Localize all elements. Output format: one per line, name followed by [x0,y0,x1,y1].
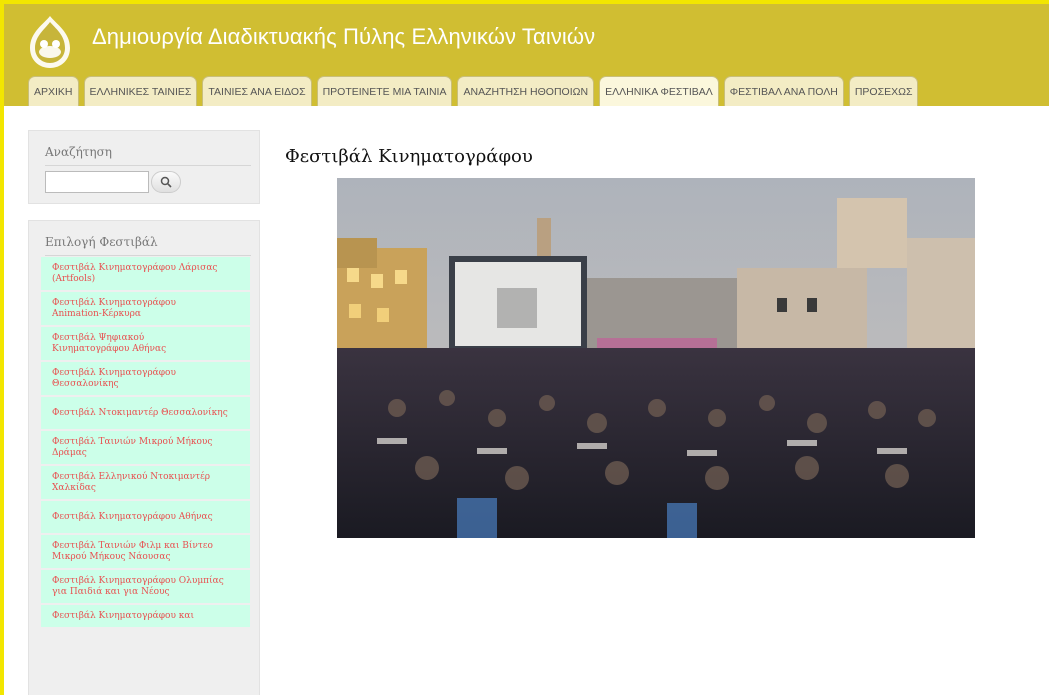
festival-block-title: Επιλογή Φεστιβάλ [45,221,251,256]
festival-link-line: Φεστιβάλ Ταινιών Μικρού Μήκους [52,437,213,447]
festival-link[interactable]: Φεστιβάλ Ελληνικού Ντοκιμαντέρ Χαλκίδας [41,466,250,501]
festival-link-line: Φεστιβάλ Κινηματογράφου [52,298,176,308]
site-header: Δημιουργία Διαδικτυακής Πύλης Ελληνικών … [4,4,1049,106]
tab-coming-soon[interactable]: ΠΡΟΣΕΧΩΣ [848,76,919,106]
festival-link-line: Φεστιβάλ Κινηματογράφου και [52,611,195,621]
search-icon [160,176,172,188]
festival-link-line: Φεστιβάλ Κινηματογράφου Λάρισας [52,263,218,273]
festival-link-line: Φεστιβάλ Κινηματογράφου Αθήνας [52,512,213,522]
search-block-title: Αναζήτηση [45,131,251,166]
festival-link-line: Φεστιβάλ Ελληνικού Ντοκιμαντέρ [52,472,211,482]
festival-link-line: (Artfools) [52,274,96,284]
festival-link-line: Animation-Κέρκυρα [52,309,141,319]
festival-link-line: Φεστιβάλ Ψηφιακού [52,333,145,343]
festival-link[interactable]: Φεστιβάλ Ταινιών Φιλμ και Βίντεο Μικρού Μ… [41,535,250,570]
festival-link[interactable]: Φεστιβάλ Κινηματογράφου Animation-Κέρκυρα [41,292,250,327]
tab-greek-festivals[interactable]: ΕΛΛΗΝΙΚΑ ΦΕΣΤΙΒΑΛ [599,76,719,106]
festival-link-line: Μικρού Μήκους Νάουσας [52,552,171,562]
festival-link[interactable]: Φεστιβάλ Κινηματογράφου Αθήνας [41,501,250,535]
festival-link[interactable]: Φεστιβάλ Ντοκιμαντέρ Θεσσαλονίκης [41,397,250,431]
festival-list: Φεστιβάλ Κινηματογράφου Λάρισας (Artfools… [41,257,250,629]
festival-link-line: Δράμας [52,448,87,458]
festival-photo [337,178,975,538]
festival-link-line: Κινηματογράφου Αθήνας [52,344,167,354]
festival-link[interactable]: Φεστιβάλ Κινηματογράφου και [41,605,250,629]
festival-block: Επιλογή Φεστιβάλ Φεστιβάλ Κινηματογράφου… [28,220,260,695]
tab-greek-films[interactable]: ΕΛΛΗΝΙΚΕΣ ΤΑΙΝΙΕΣ [83,76,198,106]
search-block: Αναζήτηση [28,130,260,204]
festival-link-line: Φεστιβάλ Κινηματογράφου Ολυμπίας [52,576,224,586]
festival-link-line: Χαλκίδας [52,483,96,493]
festival-link-line: Φεστιβάλ Ντοκιμαντέρ Θεσσαλονίκης [52,408,228,418]
festival-link-line: Φεστιβάλ Ταινιών Φιλμ και Βίντεο [52,541,213,551]
tab-films-by-genre[interactable]: ΤΑΙΝΙΕΣ ΑΝΑ ΕΙΔΟΣ [202,76,312,106]
search-input[interactable] [45,171,149,193]
page-title: Φεστιβάλ Κινηματογράφου [285,146,533,167]
search-form [45,171,181,193]
tab-actor-search[interactable]: ΑΝΑΖΗΤΗΣΗ ΗΘΟΠΟΙΩΝ [457,76,595,106]
primary-nav: ΑΡΧΙΚΗ ΕΛΛΗΝΙΚΕΣ ΤΑΙΝΙΕΣ ΤΑΙΝΙΕΣ ΑΝΑ ΕΙΔ… [28,76,919,106]
festival-link[interactable]: Φεστιβάλ Κινηματογράφου Ολυμπίας για Παιδ… [41,570,250,605]
site-name[interactable]: Δημιουργία Διαδικτυακής Πύλης Ελληνικών … [92,24,595,50]
tab-festivals-by-city[interactable]: ΦΕΣΤΙΒΑΛ ΑΝΑ ΠΟΛΗ [723,76,844,106]
tab-suggest-film[interactable]: ΠΡΟΤΕΙΝΕΤΕ ΜΙΑ ΤΑΙΝΙΑ [316,76,453,106]
festival-link-line: για Παιδιά και για Νέους [52,587,170,597]
festival-link[interactable]: Φεστιβάλ Κινηματογράφου Λάρισας (Artfools… [41,257,250,292]
tab-home[interactable]: ΑΡΧΙΚΗ [28,76,79,106]
festival-link-line: Φεστιβάλ Κινηματογράφου [52,368,176,378]
festival-link[interactable]: Φεστιβάλ Κινηματογράφου Θεσσαλονίκης [41,362,250,397]
festival-link-line: Θεσσαλονίκης [52,379,119,389]
festival-link[interactable]: Φεστιβάλ Ταινιών Μικρού Μήκους Δράμας [41,431,250,466]
site-logo[interactable] [26,14,74,70]
search-button[interactable] [151,171,181,193]
festival-link[interactable]: Φεστιβάλ Ψηφιακού Κινηματογράφου Αθήνας [41,327,250,362]
